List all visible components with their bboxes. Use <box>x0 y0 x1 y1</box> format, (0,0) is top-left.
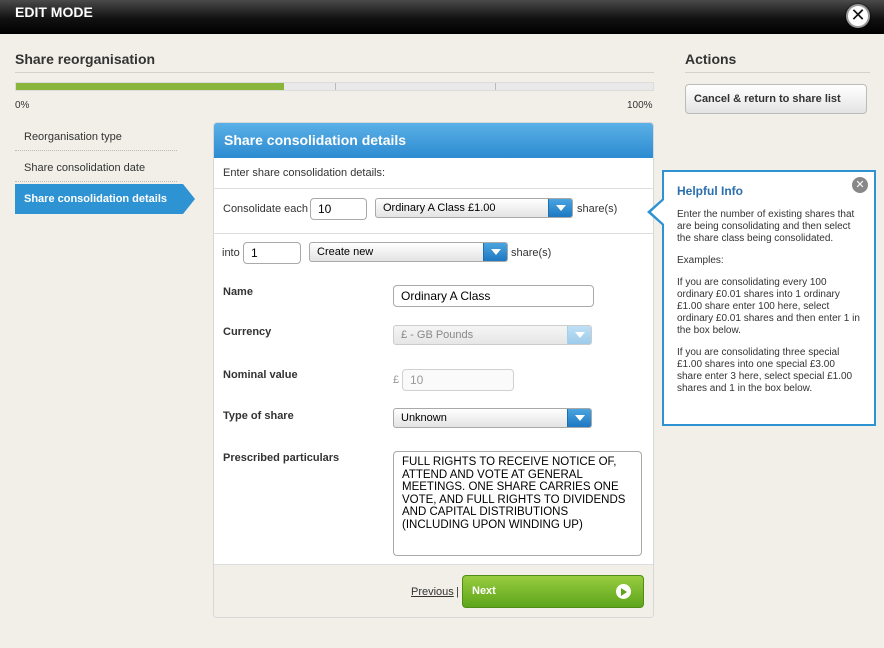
help-paragraph: If you are consolidating every 100 ordin… <box>677 277 860 336</box>
name-label: Name <box>223 286 253 298</box>
prescribed-particulars-textarea[interactable]: FULL RIGHTS TO RECEIVE NOTICE OF, ATTEND… <box>393 451 642 556</box>
close-icon[interactable]: ✕ <box>852 177 868 193</box>
into-quantity-input[interactable] <box>243 242 301 264</box>
help-paragraph: Examples: <box>677 255 724 266</box>
nominal-value-input <box>402 369 514 391</box>
currency-select: £ - GB Pounds <box>393 325 592 345</box>
into-share-select[interactable]: Create new <box>309 242 508 262</box>
title-divider <box>15 72 654 73</box>
divider <box>214 188 653 189</box>
arrow-right-icon <box>616 584 631 599</box>
progress-fill <box>16 83 284 90</box>
actions-title: Actions <box>685 51 737 67</box>
currency-value: £ - GB Pounds <box>401 329 474 341</box>
progress-start-label: 0% <box>15 100 30 111</box>
name-input[interactable] <box>393 285 594 307</box>
share-class-select[interactable]: Ordinary A Class £1.00 <box>375 198 573 218</box>
close-icon[interactable]: ✕ <box>846 4 870 28</box>
progress-end-label: 100% <box>627 100 653 111</box>
chevron-down-icon <box>483 243 507 261</box>
help-paragraph: If you are consolidating three special £… <box>677 347 853 394</box>
prescribed-particulars-label: Prescribed particulars <box>223 452 340 464</box>
top-bar: EDIT MODE ✕ <box>0 0 884 34</box>
type-of-share-select[interactable]: Unknown <box>393 408 592 428</box>
next-button[interactable]: Next <box>462 575 644 608</box>
consolidate-label: Consolidate each <box>223 203 309 215</box>
step-share-consolidation-date[interactable]: Share consolidation date <box>15 154 177 182</box>
shares-suffix: share(s) <box>577 203 618 215</box>
next-button-label: Next <box>472 585 496 597</box>
form-intro: Enter share consolidation details: <box>223 167 386 179</box>
actions-divider <box>685 72 870 73</box>
previous-link[interactable]: Previous <box>411 586 454 598</box>
into-shares-suffix: share(s) <box>511 247 552 259</box>
currency-label: Currency <box>223 326 272 338</box>
helpful-info-panel: ✕ Helpful Info Enter the number of exist… <box>662 170 876 426</box>
progress-tick <box>495 83 496 90</box>
page-title: Share reorganisation <box>15 51 156 67</box>
link-separator: | <box>456 586 459 598</box>
help-title: Helpful Info <box>677 184 743 198</box>
into-label: into <box>222 247 240 259</box>
into-share-value: Create new <box>317 246 374 258</box>
type-of-share-value: Unknown <box>401 412 447 424</box>
cancel-return-button[interactable]: Cancel & return to share list <box>685 84 867 114</box>
chevron-down-icon <box>548 199 572 217</box>
step-share-consolidation-details[interactable]: Share consolidation details <box>15 184 183 214</box>
share-class-value: Ordinary A Class £1.00 <box>383 202 496 214</box>
chevron-down-icon <box>567 326 591 344</box>
chevron-down-icon <box>567 409 591 427</box>
progress-bar <box>15 82 654 91</box>
consolidate-quantity-input[interactable] <box>310 198 367 220</box>
progress-tick <box>335 83 336 90</box>
divider <box>214 233 653 234</box>
step-reorganisation-type[interactable]: Reorganisation type <box>15 123 177 151</box>
panel-title: Share consolidation details <box>214 123 653 158</box>
type-of-share-label: Type of share <box>223 410 294 422</box>
help-pointer-inner <box>651 200 664 224</box>
nominal-currency-symbol: £ <box>393 374 400 386</box>
mode-title: EDIT MODE <box>15 4 93 20</box>
active-step-arrow <box>183 184 195 214</box>
help-paragraph: Enter the number of existing shares that… <box>677 209 855 244</box>
nominal-value-label: Nominal value <box>223 369 298 381</box>
